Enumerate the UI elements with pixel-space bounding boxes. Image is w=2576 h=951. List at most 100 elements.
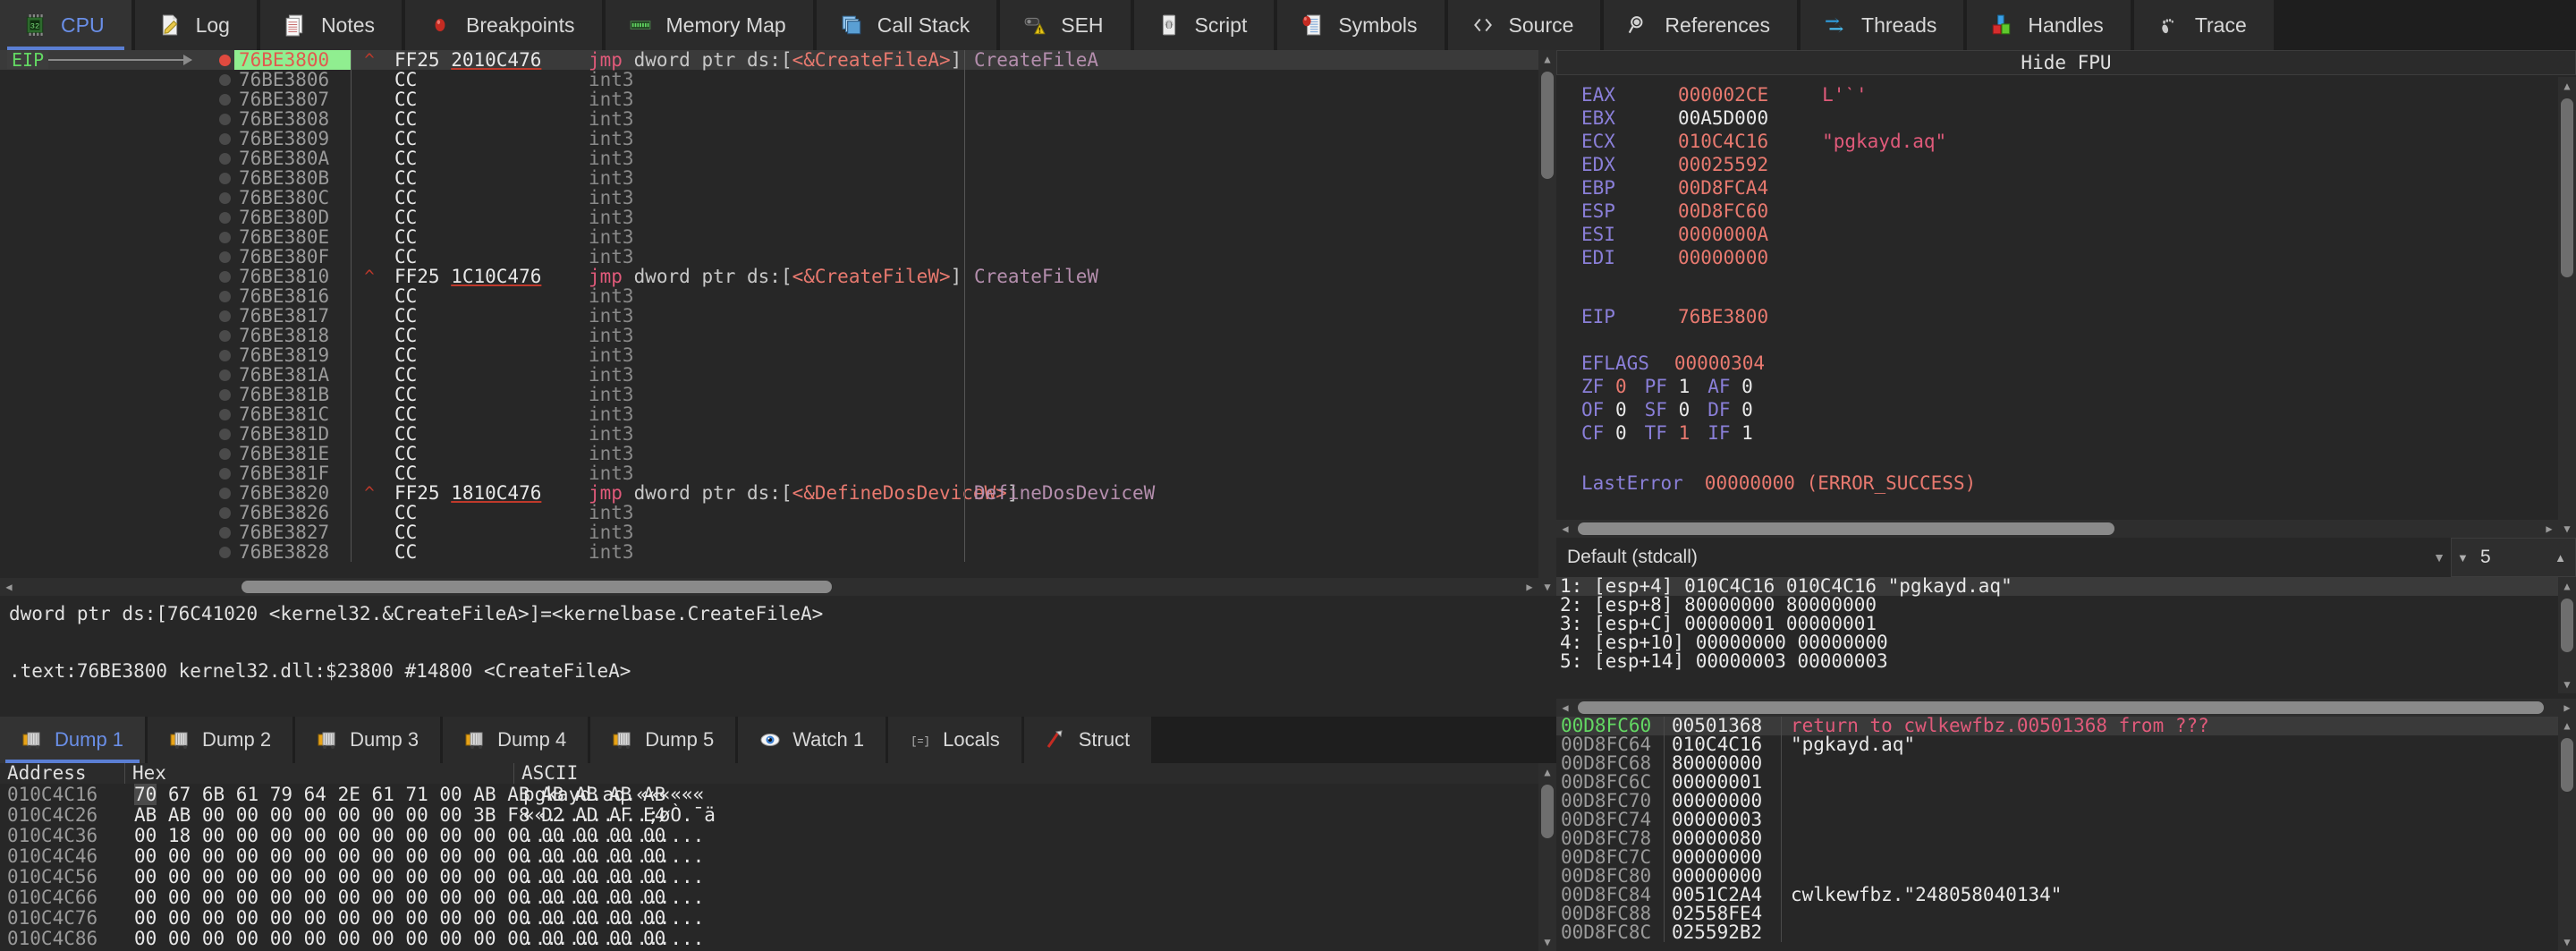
breakpoint-toggle[interactable] [215,55,234,66]
scroll-down-icon[interactable]: ▼ [2558,520,2576,538]
dump-panel[interactable]: Dump 1Dump 2Dump 3Dump 4Dump 5Watch 1[=]… [0,717,1556,951]
breakpoint-dot-icon[interactable] [219,291,231,302]
scroll-left-icon[interactable]: ◀ [0,578,18,596]
breakpoint-toggle[interactable] [215,114,234,125]
breakpoint-dot-icon[interactable] [219,94,231,106]
registers-vscrollbar[interactable]: ▲ ▼ [2558,77,2576,538]
disassembly-row[interactable]: 76BE3808CCint3 [0,109,1556,129]
register-ecx[interactable]: ECX010C4C16"pgkayd.aq" [1581,131,1946,152]
stack-row[interactable]: 00D8FC7C00000000 [1556,848,2576,867]
arg-count-stepper[interactable]: ▼ 5 ▲ [2451,538,2576,577]
argument-row[interactable]: 3: [esp+C] 00000001 00000001 [1556,615,2576,633]
breakpoint-toggle[interactable] [215,429,234,440]
breakpoint-dot-icon[interactable] [219,448,231,460]
tab-script[interactable]: {}Script [1134,0,1275,50]
scrollbar-thumb[interactable] [2561,98,2573,277]
register-eflags[interactable]: EFLAGS00000304 [1581,352,1765,374]
breakpoint-dot-icon[interactable] [219,429,231,440]
breakpoint-dot-icon[interactable] [219,251,231,263]
flag-value[interactable]: 0 [1741,376,1753,397]
tab-trace[interactable]: Trace [2134,0,2274,50]
disassembly-row[interactable]: 76BE380BCCint3 [0,168,1556,188]
tab-seh[interactable]: SEH [1000,0,1130,50]
breakpoint-toggle[interactable] [215,330,234,342]
disassembly-row[interactable]: 76BE3819CCint3 [0,345,1556,365]
register-ebp[interactable]: EBP00D8FCA4 [1581,177,1768,199]
breakpoint-dot-icon[interactable] [219,310,231,322]
disassembly-row[interactable]: 76BE381BCCint3 [0,385,1556,404]
scrollbar-thumb[interactable] [1541,72,1554,179]
registers-panel[interactable]: Hide FPU EAX000002CEL'ˋ'EBX00A5D000ECX01… [1556,50,2576,538]
stepper-down-icon[interactable]: ▼ [2457,551,2469,565]
dump-row[interactable]: 010C4C1670 67 6B 61 79 64 2E 61 71 00 AB… [0,784,1556,804]
stepper-up-icon[interactable]: ▲ [2555,551,2566,565]
breakpoint-dot-icon[interactable] [219,153,231,165]
scroll-right-icon[interactable]: ▶ [2540,520,2558,538]
breakpoint-dot-icon[interactable] [219,212,231,224]
breakpoint-toggle[interactable] [215,507,234,519]
breakpoint-toggle[interactable] [215,468,234,480]
breakpoint-dot-icon[interactable] [219,173,231,184]
stack-row[interactable]: 00D8FC8000000000 [1556,867,2576,886]
breakpoint-dot-icon[interactable] [219,232,231,243]
breakpoint-toggle[interactable] [215,389,234,401]
breakpoint-dot-icon[interactable] [219,74,231,86]
disassembly-row[interactable]: 76BE3807CCint3 [0,89,1556,109]
register-esp[interactable]: ESP00D8FC60 [1581,200,1768,222]
tab-cpu[interactable]: 32CPU [0,0,131,50]
dump-tab-dump-3[interactable]: Dump 3 [295,717,440,763]
breakpoint-toggle[interactable] [215,74,234,86]
breakpoint-toggle[interactable] [215,133,234,145]
breakpoint-dot-icon[interactable] [219,369,231,381]
stack-row[interactable]: 00D8FC8C025592B2 [1556,923,2576,942]
breakpoint-toggle[interactable] [215,232,234,243]
chevron-down-icon[interactable]: ▼ [2433,550,2445,565]
dump-body[interactable]: Address Hex ASCII 010C4C1670 67 6B 61 79… [0,763,1556,951]
hscrollbar-thumb[interactable] [242,581,832,593]
disassembly-row[interactable]: 76BE3816CCint3 [0,286,1556,306]
breakpoint-toggle[interactable] [215,291,234,302]
breakpoint-dot-icon[interactable] [219,271,231,283]
stack-row[interactable]: 00D8FC6C00000001 [1556,773,2576,792]
tab-source[interactable]: Source [1448,0,1601,50]
disassembly-row[interactable]: 76BE381CCCint3 [0,404,1556,424]
stack-row[interactable]: 00D8FC8802558FE4 [1556,904,2576,923]
flag-value[interactable]: 0 [1615,422,1627,444]
scroll-right-icon[interactable]: ▶ [2558,699,2576,717]
dump-row[interactable]: 010C4C26AB AB 00 00 00 00 00 00 00 00 3B… [0,804,1556,825]
disassembly-row[interactable]: 76BE3817CCint3 [0,306,1556,326]
flag-value[interactable]: 0 [1741,399,1753,420]
tab-log[interactable]: Log [135,0,257,50]
breakpoint-toggle[interactable] [215,212,234,224]
disassembly-row[interactable]: 76BE381ECCint3 [0,444,1556,463]
breakpoint-toggle[interactable] [215,547,234,558]
flag-value[interactable]: 0 [1679,399,1690,420]
breakpoint-toggle[interactable] [215,94,234,106]
dump-row[interactable]: 010C4C7600 00 00 00 00 00 00 00 00 00 00… [0,907,1556,928]
scrollbar-thumb[interactable] [2561,738,2573,792]
dump-row[interactable]: 010C4C4600 00 00 00 00 00 00 00 00 00 00… [0,845,1556,866]
breakpoint-dot-icon[interactable] [219,409,231,420]
breakpoint-toggle[interactable] [215,369,234,381]
breakpoint-toggle[interactable] [215,192,234,204]
breakpoint-toggle[interactable] [215,409,234,420]
breakpoint-toggle[interactable] [215,271,234,283]
arguments-vscrollbar[interactable]: ▲ ▼ [2558,577,2576,693]
disassembly-hscrollbar[interactable]: ◀ ▶ [0,578,1538,596]
tab-symbols[interactable]: Symbols [1277,0,1444,50]
scroll-down-icon[interactable]: ▼ [1538,933,1556,951]
breakpoint-dot-icon[interactable] [219,133,231,145]
scrollbar-thumb[interactable] [2561,599,2573,652]
dump-vscrollbar[interactable]: ▲ ▼ [1538,763,1556,951]
disassembly-row[interactable]: 76BE3820^FF25 1810C476jmp dword ptr ds:[… [0,483,1556,503]
stack-rows[interactable]: 00D8FC6000501368return to cwlkewfbz.0050… [1556,717,2576,942]
tab-references[interactable]: References [1604,0,1797,50]
breakpoint-dot-icon[interactable] [219,507,231,519]
breakpoint-dot-icon[interactable] [219,547,231,558]
breakpoint-dot-icon[interactable] [219,330,231,342]
tab-threads[interactable]: Threads [1801,0,1963,50]
scroll-right-icon[interactable]: ▶ [1521,578,1538,596]
arguments-hscrollbar[interactable]: ◀ ▶ [1556,699,2576,717]
disassembly-row[interactable]: 76BE3806CCint3 [0,70,1556,89]
disassembly-row[interactable]: EIP76BE3800^FF25 2010C476jmp dword ptr d… [0,50,1556,70]
